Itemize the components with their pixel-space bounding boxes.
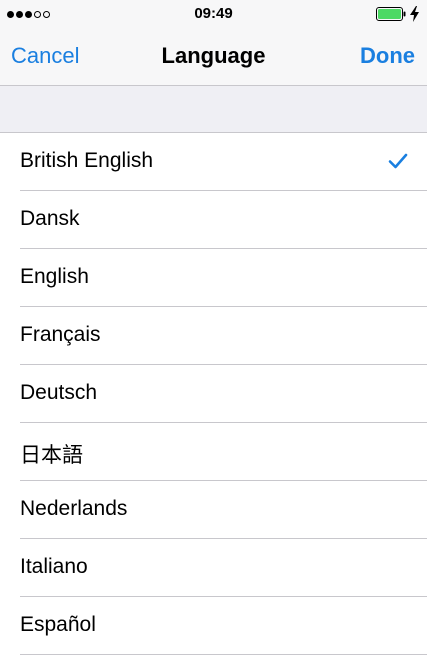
battery-icon [376, 7, 406, 21]
language-row-english[interactable]: English [0, 249, 427, 307]
language-label: English [20, 265, 89, 288]
language-list: British English Dansk English Français D… [0, 133, 427, 655]
done-button[interactable]: Done [360, 43, 415, 69]
language-label: British English [20, 149, 154, 172]
checkmark-icon [388, 153, 408, 169]
section-header-spacer [0, 86, 427, 133]
status-bar: 09:49 [0, 0, 427, 28]
language-label: Deutsch [20, 381, 98, 404]
language-label: Nederlands [20, 497, 128, 520]
language-row-italiano[interactable]: Italiano [0, 539, 427, 597]
language-row-british-english[interactable]: British English [0, 133, 427, 191]
language-label: Italiano [20, 555, 88, 578]
language-label: Dansk [20, 207, 80, 230]
status-time: 09:49 [194, 5, 233, 22]
language-row-espanol[interactable]: Español [0, 597, 427, 655]
language-row-japanese[interactable]: 日本語 [0, 423, 427, 481]
language-row-francais[interactable]: Français [0, 307, 427, 365]
language-row-nederlands[interactable]: Nederlands [0, 481, 427, 539]
language-row-deutsch[interactable]: Deutsch [0, 365, 427, 423]
language-row-dansk[interactable]: Dansk [0, 191, 427, 249]
navigation-bar: Cancel Language Done [0, 28, 427, 86]
language-label: 日本語 [20, 444, 83, 467]
language-label: Français [20, 323, 101, 346]
language-label: Español [20, 613, 96, 636]
charging-bolt-icon [410, 6, 419, 22]
